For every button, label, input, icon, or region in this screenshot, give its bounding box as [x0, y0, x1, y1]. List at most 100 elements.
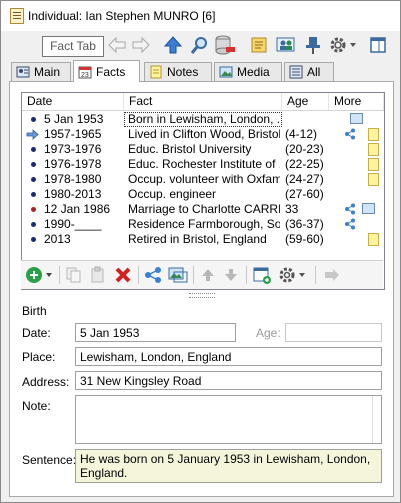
tab-notes[interactable]: Notes — [144, 62, 212, 81]
share-fact-icon[interactable] — [142, 264, 164, 286]
table-row[interactable]: 2013 Retired in Bristol, England (59-60) — [22, 232, 384, 247]
row-fact: Occup. engineer — [128, 187, 217, 201]
move-down-icon[interactable] — [220, 264, 242, 286]
column-header-age[interactable]: Age — [282, 93, 329, 110]
note-icon[interactable] — [368, 128, 379, 141]
row-fact: Marriage to Charlotte CARRI... — [128, 202, 280, 216]
share-icon[interactable] — [344, 218, 356, 230]
toolbar-separator — [193, 266, 194, 284]
table-row[interactable]: 1980-2013 Occup. engineer (27-60) — [22, 187, 384, 202]
column-header-fact[interactable]: Fact — [124, 93, 282, 110]
note-icon[interactable] — [368, 173, 379, 186]
table-row[interactable]: 5 Jan 1953 Born in Lewisham, London, ... — [22, 112, 384, 127]
row-age: (22-25) — [285, 157, 324, 171]
row-age: (24-27) — [285, 172, 324, 186]
note-icon[interactable] — [368, 233, 379, 246]
note-icon[interactable] — [368, 143, 379, 156]
picture-icon[interactable] — [362, 203, 375, 214]
fact-marker-icon — [31, 117, 36, 122]
row-date: 5 Jan 1953 — [44, 112, 104, 126]
goto-arrow-icon[interactable] — [321, 264, 343, 286]
up-arrow-icon[interactable] — [161, 33, 185, 57]
tab-media[interactable]: Media — [214, 62, 282, 81]
address-label: Address: — [22, 375, 70, 389]
magnifier-icon[interactable] — [187, 33, 211, 57]
grid-options-gear-icon[interactable] — [277, 264, 309, 286]
picture-icon[interactable] — [350, 113, 363, 124]
date-field[interactable]: 5 Jan 1953 — [75, 323, 236, 342]
back-arrow-icon[interactable] — [105, 33, 129, 57]
address-field[interactable]: 31 New Kingsley Road — [75, 371, 382, 390]
row-age: (20-23) — [285, 142, 324, 156]
fact-marker-icon — [31, 147, 36, 152]
row-fact: Occup. volunteer with Oxfam — [128, 172, 280, 186]
place-field[interactable]: Lewisham, London, England — [75, 347, 382, 366]
sentence-label: Sentence: — [22, 453, 77, 467]
title-bar: Individual: Ian Stephen MUNRO [6] — [1, 1, 400, 31]
dock-window-icon[interactable] — [366, 33, 390, 57]
place-label: Place: — [22, 350, 56, 364]
toolbar-separator — [59, 266, 60, 284]
age-label: Age: — [256, 326, 281, 340]
gear-menu-icon[interactable] — [327, 33, 359, 57]
move-up-icon[interactable] — [197, 264, 219, 286]
row-age: (36-37) — [285, 217, 324, 231]
tab-media-label: Media — [237, 65, 270, 79]
residence-arrow-icon — [26, 129, 39, 140]
fact-marker-icon — [31, 237, 36, 242]
paste-icon[interactable] — [87, 264, 109, 286]
row-age: (4-12) — [285, 127, 318, 141]
media-link-icon[interactable] — [167, 264, 189, 286]
splitter-grip[interactable] — [189, 293, 215, 298]
database-delete-icon[interactable] — [213, 33, 237, 57]
table-row[interactable]: 1978-1980 Occup. volunteer with Oxfam (2… — [22, 172, 384, 187]
sentence-line-1: He was born on 5 January 1953 in Lewisha… — [80, 452, 371, 466]
row-date: 1990-____ — [44, 217, 102, 231]
note-scrollbar[interactable] — [372, 396, 381, 443]
column-header-more[interactable]: More — [329, 93, 384, 110]
svg-text:23: 23 — [81, 72, 89, 79]
people-icon[interactable] — [274, 33, 298, 57]
tab-main[interactable]: Main — [11, 62, 71, 81]
calendar-add-icon[interactable] — [251, 264, 273, 286]
table-row[interactable]: 1976-1978 Educ. Rochester Institute of .… — [22, 157, 384, 172]
table-row[interactable]: 12 Jan 1986 Marriage to Charlotte CARRI.… — [22, 202, 384, 217]
row-date: 12 Jan 1986 — [44, 202, 111, 216]
share-icon[interactable] — [344, 203, 356, 215]
row-age: 33 — [285, 202, 299, 216]
note-field[interactable] — [75, 395, 382, 444]
notes-tab-icon — [150, 65, 162, 79]
row-fact: Born in Lewisham, London, ... — [128, 112, 280, 126]
forward-arrow-icon[interactable] — [129, 33, 153, 57]
toolbar-separator — [246, 266, 247, 284]
note-icon[interactable] — [368, 158, 379, 171]
add-fact-button[interactable] — [23, 264, 55, 286]
individual-window: Individual: Ian Stephen MUNRO [6] Fact T… — [0, 0, 401, 503]
pin-icon[interactable] — [301, 33, 325, 57]
toolbar-separator — [315, 266, 316, 284]
sentence-field[interactable]: He was born on 5 January 1953 in Lewisha… — [75, 449, 382, 483]
column-header-date[interactable]: Date — [22, 93, 124, 110]
tab-all[interactable]: All — [284, 62, 334, 81]
tab-main-label: Main — [34, 65, 61, 79]
age-field[interactable] — [285, 323, 382, 342]
copy-icon[interactable] — [63, 264, 85, 286]
media-tab-icon — [219, 66, 233, 78]
scroll-icon[interactable] — [247, 33, 271, 57]
table-row[interactable]: 1973-1976 Educ. Bristol University (20-2… — [22, 142, 384, 157]
row-date: 1976-1978 — [44, 157, 102, 171]
row-age: (59-60) — [285, 232, 324, 246]
fact-marker-icon — [31, 222, 36, 227]
toolbar-separator — [138, 266, 139, 284]
tooltip: Fact Tab — [42, 36, 104, 57]
note-label: Note: — [22, 399, 51, 413]
row-date: 1978-1980 — [44, 172, 102, 186]
table-row[interactable]: 1957-1965 Lived in Clifton Wood, Bristol… — [22, 127, 384, 142]
facts-panel: Date Fact Age More 5 Jan 1953 Born in Le… — [9, 81, 394, 497]
tab-strip: Main 23 Facts Notes Media All — [9, 60, 395, 82]
row-fact: Retired in Bristol, England — [128, 232, 267, 246]
share-icon[interactable] — [344, 128, 356, 140]
delete-icon[interactable] — [112, 264, 134, 286]
tab-facts[interactable]: 23 Facts — [73, 60, 140, 82]
table-row[interactable]: 1990-____ Residence Farmborough, So... (… — [22, 217, 384, 232]
